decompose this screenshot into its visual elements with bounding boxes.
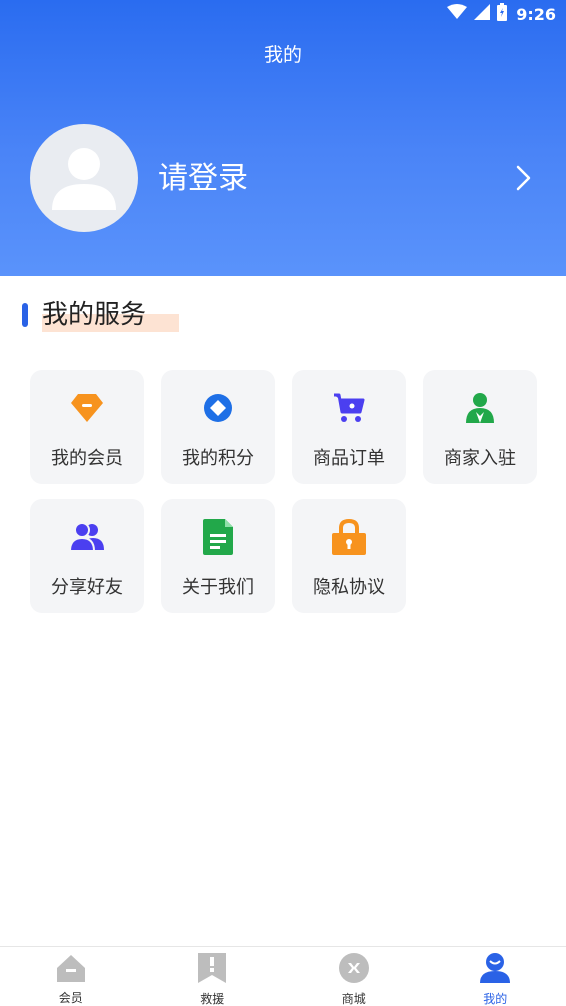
rescue-icon <box>197 953 227 983</box>
member-icon <box>56 953 86 982</box>
default-avatar-icon <box>52 148 116 210</box>
points-icon <box>200 390 236 426</box>
section-accent-bar <box>22 303 28 327</box>
service-membership[interactable]: 我的会员 <box>30 370 144 484</box>
page-title: 我的 <box>263 44 302 66</box>
tab-label: 会员 <box>58 991 83 1005</box>
profile-header: 9:26 我的 请登录 <box>0 0 566 276</box>
service-label: 我的会员 <box>51 448 123 469</box>
cart-icon <box>331 390 367 426</box>
diamond-icon <box>69 390 105 426</box>
service-share[interactable]: 分享好友 <box>30 499 144 613</box>
service-about[interactable]: 关于我们 <box>161 499 275 613</box>
login-row[interactable]: 请登录 <box>0 124 566 232</box>
tab-mall[interactable]: 商城 <box>283 947 425 1006</box>
service-label: 商家入驻 <box>444 448 516 469</box>
mall-icon <box>338 953 369 983</box>
tab-label: 我的 <box>483 992 508 1006</box>
status-bar: 9:26 <box>0 0 566 28</box>
section-title: 我的服务 <box>42 300 147 330</box>
tab-label: 救援 <box>200 992 225 1006</box>
avatar[interactable] <box>30 124 138 232</box>
merchant-icon <box>462 390 498 426</box>
tab-rescue[interactable]: 救援 <box>142 947 284 1006</box>
service-label: 关于我们 <box>182 577 254 598</box>
clock: 9:26 <box>516 4 556 24</box>
chevron-right-icon[interactable] <box>516 165 532 195</box>
service-label: 分享好友 <box>51 577 123 598</box>
service-privacy[interactable]: 隐私协议 <box>292 499 406 613</box>
tab-profile[interactable]: 我的 <box>425 947 566 1006</box>
service-points[interactable]: 我的积分 <box>161 370 275 484</box>
users-icon <box>69 519 105 555</box>
profile-icon <box>480 953 511 983</box>
signal-icon <box>474 4 491 24</box>
service-label: 我的积分 <box>182 448 254 469</box>
wifi-icon <box>447 4 468 24</box>
service-orders[interactable]: 商品订单 <box>292 370 406 484</box>
tab-label: 商城 <box>341 992 366 1006</box>
document-icon <box>200 519 236 555</box>
service-label: 隐私协议 <box>313 577 385 598</box>
battery-icon <box>497 3 508 25</box>
bottom-tab-bar: 会员 救援 商城 我的 <box>0 946 566 1006</box>
tab-member[interactable]: 会员 <box>0 947 142 1006</box>
login-label[interactable]: 请登录 <box>158 162 248 196</box>
service-label: 商品订单 <box>313 448 385 469</box>
lock-icon <box>331 519 367 555</box>
service-merchant[interactable]: 商家入驻 <box>423 370 537 484</box>
